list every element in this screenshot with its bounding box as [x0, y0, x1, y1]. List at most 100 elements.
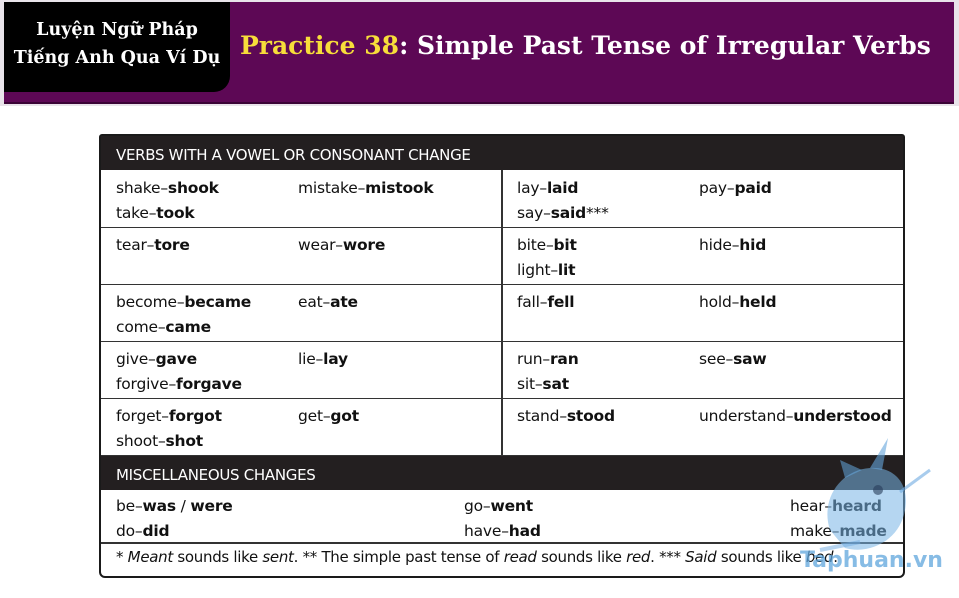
footnote: * Meant sounds like sent. ** The simple …	[116, 548, 838, 566]
past-form: did	[142, 522, 170, 540]
verb-pair: eat–ate	[298, 290, 358, 315]
base-form: fall–	[517, 293, 548, 311]
verb-pair: lay–laid	[517, 176, 609, 201]
past-form: laid	[546, 179, 579, 197]
verb-pair: fall–fell	[517, 290, 575, 315]
verb-cell: pay–paid	[699, 176, 772, 201]
base-form: shoot–	[116, 432, 166, 450]
base-form: lay–	[517, 179, 547, 197]
verb-pair: do–did	[116, 519, 233, 544]
past-form: tore	[154, 236, 190, 254]
footnote-part: *	[116, 548, 128, 566]
verb-pair: forgive–forgave	[116, 372, 242, 397]
past-form: understood	[793, 407, 892, 425]
verb-pair: bite–bit	[517, 233, 577, 258]
base-form: hold–	[699, 293, 740, 311]
base-form: eat–	[298, 293, 331, 311]
badge-line-1: Luyện Ngữ Pháp	[36, 20, 198, 40]
footnote-mark: ***	[586, 204, 609, 222]
footnote-part: Said	[685, 548, 717, 566]
verb-cell: forget–forgot shoot–shot	[116, 404, 222, 454]
past-form: got	[330, 407, 359, 425]
verb-cell: eat–ate	[298, 290, 358, 315]
verb-cell: run–ran sit–sat	[517, 347, 579, 397]
column-divider	[501, 170, 503, 456]
past-form: paid	[734, 179, 772, 197]
base-form: sit–	[517, 375, 543, 393]
past-form: took	[156, 204, 195, 222]
banner-background: Luyện Ngữ Pháp Tiếng Anh Qua Ví Dụ Pract…	[4, 2, 954, 104]
base-form: understand–	[699, 407, 794, 425]
base-form: pay–	[699, 179, 735, 197]
base-form: come–	[116, 318, 166, 336]
past-form: became	[184, 293, 252, 311]
base-form: lie–	[298, 350, 324, 368]
verb-pair: come–came	[116, 315, 251, 340]
past-form: said	[550, 204, 586, 222]
past-form: bit	[553, 236, 577, 254]
base-form: be–	[116, 497, 143, 515]
base-form: tear–	[116, 236, 155, 254]
verb-cell: lay–laid say–said***	[517, 176, 609, 226]
verb-pair: have–had	[464, 519, 541, 544]
verb-pair: hide–hid	[699, 233, 766, 258]
past-form: sat	[542, 375, 569, 393]
verb-cell: fall–fell	[517, 290, 575, 315]
badge-line-2: Tiếng Anh Qua Ví Dụ	[13, 48, 221, 68]
verb-pair: go–went	[464, 494, 541, 519]
past-form: hid	[739, 236, 767, 254]
past-form: held	[739, 293, 777, 311]
verb-pair: lie–lay	[298, 347, 348, 372]
base-form: have–	[464, 522, 509, 540]
verb-pair: forget–forgot	[116, 404, 222, 429]
header-banner: Luyện Ngữ Pháp Tiếng Anh Qua Ví Dụ Pract…	[0, 0, 959, 106]
past-form: shook	[167, 179, 219, 197]
verb-cell: become–became come–came	[116, 290, 251, 340]
base-form: take–	[116, 204, 157, 222]
footnote-part: read	[503, 548, 537, 566]
base-form: mistake–	[298, 179, 366, 197]
verb-cell: stand–stood	[517, 404, 615, 429]
separator: /	[175, 497, 191, 515]
base-form: say–	[517, 204, 551, 222]
verb-pair: tear–tore	[116, 233, 190, 258]
footnote-part: sent	[262, 548, 294, 566]
footnote-part: red	[626, 548, 651, 566]
base-form: do–	[116, 522, 143, 540]
past-form: gave	[155, 350, 198, 368]
verb-pair: take–took	[116, 201, 219, 226]
verb-cell: hold–held	[699, 290, 777, 315]
past-form: went	[490, 497, 533, 515]
footnote-part: . ** The simple past tense of	[293, 548, 504, 566]
past-form: came	[165, 318, 211, 336]
past-form: were	[190, 497, 233, 515]
past-form: ate	[330, 293, 358, 311]
watermark-text: Taphuan.vn	[800, 548, 943, 573]
verb-cell: hide–hid	[699, 233, 766, 258]
footnote-part: sounds like	[536, 548, 627, 566]
verb-cell: give–gave forgive–forgave	[116, 347, 242, 397]
base-form: wear–	[298, 236, 343, 254]
past-form: mistook	[365, 179, 434, 197]
past-form: fell	[547, 293, 575, 311]
past-form: forgot	[168, 407, 222, 425]
verb-pair: get–got	[298, 404, 359, 429]
section-header-misc-changes: MISCELLANEOUS CHANGES	[101, 456, 903, 490]
verb-pair: light–lit	[517, 258, 577, 283]
verb-cell: go–went have–had	[464, 494, 541, 544]
base-form: become–	[116, 293, 185, 311]
base-form: hide–	[699, 236, 740, 254]
base-form: forgive–	[116, 375, 177, 393]
past-form: had	[508, 522, 541, 540]
table-row: be–was / weredo–didgo–wenthave–hadhear–h…	[101, 490, 903, 546]
past-form: forgave	[176, 375, 242, 393]
verb-cell: wear–wore	[298, 233, 385, 258]
page-title: Practice 38: Simple Past Tense of Irregu…	[240, 31, 931, 60]
base-form: get–	[298, 407, 331, 425]
base-form: shake–	[116, 179, 168, 197]
verb-cell: get–got	[298, 404, 359, 429]
base-form: light–	[517, 261, 558, 279]
past-form: was	[142, 497, 177, 515]
verb-pair: shake–shook	[116, 176, 219, 201]
title-practice-number: Practice 38	[240, 31, 400, 60]
